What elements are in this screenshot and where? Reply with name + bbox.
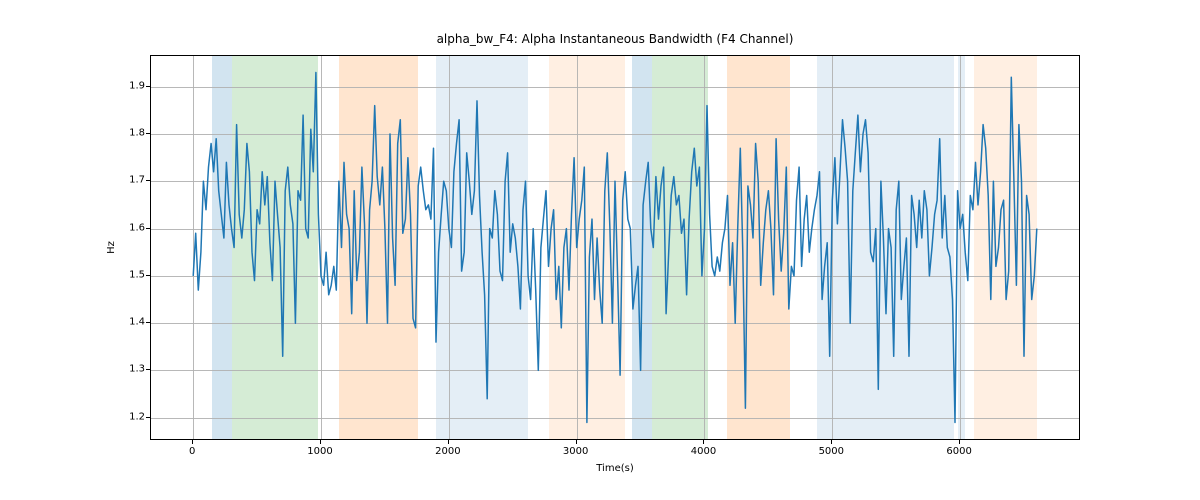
x-tick-label: 3000 (563, 446, 588, 457)
x-tick-mark (576, 440, 577, 444)
y-axis-label: Hz (106, 55, 120, 440)
x-tick-label: 5000 (819, 446, 844, 457)
x-tick-mark (448, 440, 449, 444)
y-tick-mark (146, 180, 150, 181)
x-tick-label: 4000 (691, 446, 716, 457)
x-axis-label: Time(s) (150, 463, 1080, 474)
y-tick-mark (146, 133, 150, 134)
x-tick-label: 6000 (946, 446, 971, 457)
bandwidth-series (193, 73, 1037, 423)
y-tick-mark (146, 417, 150, 418)
y-tick-mark (146, 369, 150, 370)
y-tick-label: 1.6 (115, 222, 145, 233)
y-tick-label: 1.2 (115, 411, 145, 422)
x-tick-label: 1000 (307, 446, 332, 457)
chart-title: alpha_bw_F4: Alpha Instantaneous Bandwid… (150, 32, 1080, 46)
y-tick-label: 1.7 (115, 175, 145, 186)
y-tick-label: 1.4 (115, 317, 145, 328)
x-tick-mark (959, 440, 960, 444)
y-tick-mark (146, 228, 150, 229)
y-tick-label: 1.5 (115, 269, 145, 280)
y-tick-mark (146, 275, 150, 276)
figure: alpha_bw_F4: Alpha Instantaneous Bandwid… (0, 0, 1200, 500)
x-tick-label: 0 (189, 446, 195, 457)
x-tick-mark (192, 440, 193, 444)
y-tick-label: 1.8 (115, 128, 145, 139)
series-svg (151, 56, 1079, 439)
x-tick-mark (831, 440, 832, 444)
x-tick-mark (320, 440, 321, 444)
plot-area (150, 55, 1080, 440)
y-tick-label: 1.3 (115, 364, 145, 375)
y-tick-mark (146, 322, 150, 323)
x-tick-mark (703, 440, 704, 444)
y-tick-mark (146, 86, 150, 87)
x-tick-label: 2000 (435, 446, 460, 457)
y-tick-label: 1.9 (115, 80, 145, 91)
